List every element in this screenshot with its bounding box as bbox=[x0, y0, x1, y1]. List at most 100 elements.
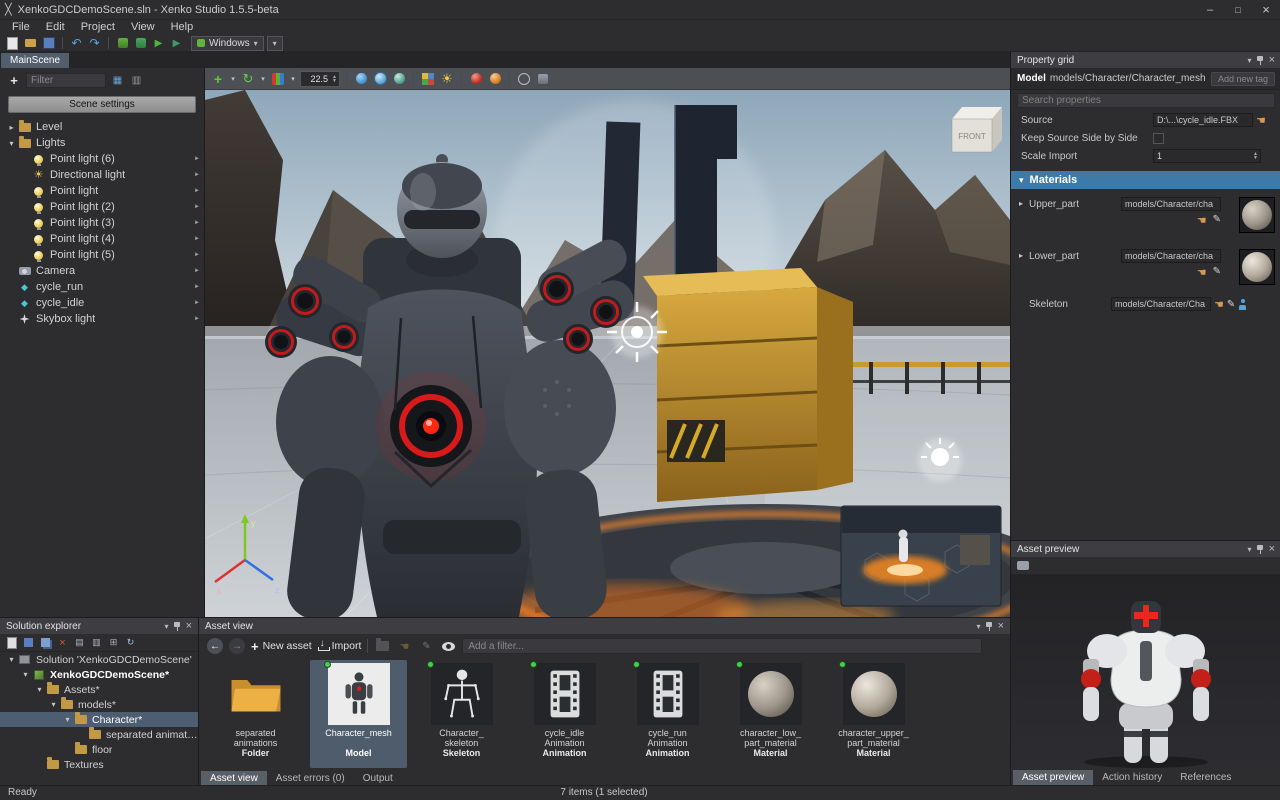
pin-icon[interactable] bbox=[1257, 545, 1264, 554]
hand-pick-icon[interactable] bbox=[399, 640, 409, 653]
asset-card[interactable]: cycle_run Animation Animation bbox=[619, 660, 716, 768]
collapse-all-icon[interactable] bbox=[73, 636, 86, 649]
view-mode-icon[interactable] bbox=[110, 73, 125, 88]
properties-icon[interactable] bbox=[107, 636, 120, 649]
material-reference-field[interactable]: models/Character/cha bbox=[1121, 197, 1221, 211]
new-asset-button[interactable]: New asset bbox=[251, 639, 312, 654]
orientation-gizmo-cube[interactable]: FRONT bbox=[952, 107, 1002, 152]
chevron-right-icon[interactable] bbox=[194, 220, 200, 226]
add-entity-button[interactable] bbox=[6, 72, 22, 88]
expander-icon[interactable] bbox=[1019, 249, 1029, 285]
material-preview-thumbnail[interactable] bbox=[1239, 249, 1275, 285]
new-folder-icon[interactable] bbox=[376, 641, 389, 651]
spinner-arrows-icon[interactable]: ▲▼ bbox=[330, 75, 339, 83]
solution-tree-item[interactable]: separated animations bbox=[0, 727, 198, 742]
skeleton-reference-field[interactable]: models/Character/Cha bbox=[1111, 297, 1211, 311]
scene-filter-input[interactable] bbox=[26, 73, 106, 88]
close-button[interactable] bbox=[1252, 0, 1280, 19]
expander-icon[interactable] bbox=[6, 123, 17, 132]
tab-mainscene[interactable]: MainScene bbox=[1, 53, 69, 68]
chevron-right-icon[interactable] bbox=[194, 156, 200, 162]
edit-pencil-icon[interactable] bbox=[1213, 266, 1221, 279]
screenshot-icon[interactable] bbox=[1017, 561, 1029, 570]
scene-tree-item[interactable]: Point light bbox=[0, 183, 204, 199]
scene-tree-item[interactable]: Skybox light bbox=[0, 311, 204, 327]
materials-section-header[interactable]: Materials bbox=[1011, 171, 1280, 189]
menu-item[interactable]: Edit bbox=[38, 20, 73, 35]
chevron-down-icon[interactable] bbox=[1248, 543, 1252, 555]
chevron-right-icon[interactable] bbox=[194, 172, 200, 178]
chevron-right-icon[interactable] bbox=[194, 268, 200, 274]
render-mode-icon[interactable] bbox=[420, 71, 436, 87]
close-icon[interactable] bbox=[1269, 54, 1275, 66]
close-icon[interactable] bbox=[1269, 543, 1275, 555]
specular-debug-icon[interactable] bbox=[487, 71, 503, 87]
chevron-down-icon[interactable] bbox=[977, 620, 981, 632]
camera-orbit-icon[interactable] bbox=[372, 71, 388, 87]
deploy-platform-icon[interactable] bbox=[133, 36, 148, 51]
panel-tab[interactable]: Asset view bbox=[201, 771, 267, 786]
add-new-tag-button[interactable]: Add new tag bbox=[1211, 72, 1275, 86]
scene-tree-item[interactable]: Directional light bbox=[0, 167, 204, 183]
scene-settings-button[interactable]: Scene settings bbox=[8, 96, 196, 113]
scene-tree-item[interactable]: Point light (5) bbox=[0, 247, 204, 263]
sort-mode-icon[interactable] bbox=[129, 73, 144, 88]
scene-tree-item[interactable]: Level bbox=[0, 119, 204, 135]
menu-item[interactable]: Project bbox=[73, 20, 123, 35]
sync-icon[interactable] bbox=[124, 636, 137, 649]
chevron-right-icon[interactable] bbox=[194, 236, 200, 242]
play-remote-icon[interactable] bbox=[169, 36, 184, 51]
import-button[interactable]: Import bbox=[318, 640, 362, 652]
chevron-right-icon[interactable] bbox=[194, 188, 200, 194]
stats-icon[interactable] bbox=[535, 71, 551, 87]
camera-speed-input[interactable]: 22.5 ▲▼ bbox=[300, 71, 340, 87]
solution-tree-item[interactable]: floor bbox=[0, 742, 198, 757]
chevron-down-icon[interactable] bbox=[289, 71, 297, 87]
asset-preview-viewport[interactable] bbox=[1011, 575, 1280, 769]
source-path-field[interactable]: D:\...\cycle_idle.FBX bbox=[1153, 113, 1253, 127]
asset-filter-input[interactable] bbox=[462, 638, 982, 654]
solution-tree-item[interactable]: Character* bbox=[0, 712, 198, 727]
asset-card[interactable]: character_low_ part_material Material bbox=[722, 660, 819, 768]
menu-item[interactable]: File bbox=[4, 20, 38, 35]
edit-pencil-icon[interactable] bbox=[1227, 299, 1235, 310]
chevron-right-icon[interactable] bbox=[194, 300, 200, 306]
edit-pencil-icon[interactable] bbox=[422, 641, 430, 652]
forward-button[interactable] bbox=[229, 638, 245, 654]
material-debug-icon[interactable] bbox=[468, 71, 484, 87]
pin-icon[interactable] bbox=[986, 622, 993, 631]
chevron-right-icon[interactable] bbox=[194, 252, 200, 258]
play-icon[interactable] bbox=[151, 36, 166, 51]
scene-tree-item[interactable]: cycle_idle bbox=[0, 295, 204, 311]
expander-icon[interactable] bbox=[34, 685, 45, 694]
asset-card[interactable]: cycle_idle Animation Animation bbox=[516, 660, 613, 768]
wireframe-icon[interactable] bbox=[516, 71, 532, 87]
expander-icon[interactable] bbox=[1019, 197, 1029, 233]
solution-tree-item[interactable]: Solution 'XenkoGDCDemoScene' bbox=[0, 652, 198, 667]
point-light-gizmo[interactable] bbox=[918, 438, 962, 482]
save-all-icon[interactable] bbox=[39, 636, 52, 649]
chevron-right-icon[interactable] bbox=[194, 316, 200, 322]
hand-pick-icon[interactable] bbox=[1197, 214, 1207, 227]
pin-icon[interactable] bbox=[1257, 56, 1264, 65]
scene-tree-item[interactable]: Point light (4) bbox=[0, 231, 204, 247]
save-icon[interactable] bbox=[41, 36, 56, 51]
solution-tree-item[interactable]: Assets* bbox=[0, 682, 198, 697]
new-file-icon[interactable] bbox=[5, 36, 20, 51]
close-icon[interactable] bbox=[998, 620, 1004, 632]
solution-tree-item[interactable]: models* bbox=[0, 697, 198, 712]
hand-pick-icon[interactable] bbox=[1197, 266, 1207, 279]
panel-tab[interactable]: References bbox=[1171, 770, 1240, 785]
open-folder-icon[interactable] bbox=[23, 36, 38, 51]
scene-tree-item[interactable]: Camera bbox=[0, 263, 204, 279]
new-item-icon[interactable] bbox=[5, 636, 18, 649]
menu-item[interactable]: Help bbox=[163, 20, 202, 35]
scene-tree-item[interactable]: Point light (6) bbox=[0, 151, 204, 167]
snap-icon[interactable] bbox=[391, 71, 407, 87]
expander-icon[interactable] bbox=[48, 700, 59, 709]
material-preview-thumbnail[interactable] bbox=[1239, 197, 1275, 233]
asset-card[interactable]: separated animations Folder bbox=[207, 660, 304, 768]
chevron-down-icon[interactable] bbox=[1248, 54, 1252, 66]
chevron-down-icon[interactable] bbox=[259, 71, 267, 87]
asset-card[interactable]: Character_mesh Model bbox=[310, 660, 407, 768]
